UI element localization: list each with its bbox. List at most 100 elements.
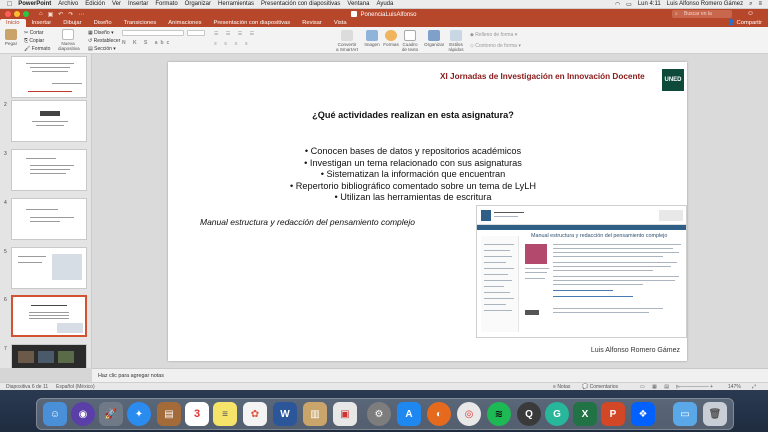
reset-button[interactable]: ↺ Restablecer <box>88 38 120 44</box>
bullet-item: • Conocen bases de datos y repositorios … <box>304 146 522 156</box>
bullet-item: • Investigan un tema relacionado con sus… <box>304 157 522 168</box>
book-cover-image <box>525 244 547 264</box>
embedded-screenshot[interactable]: Manual estructura y redacción del pensam… <box>476 205 687 338</box>
wifi-icon[interactable]: ◠ <box>615 1 620 8</box>
smartart-icon <box>341 30 353 41</box>
slide-caption[interactable]: Manual estructura y redacción del pensam… <box>200 217 415 227</box>
preview-icon[interactable]: ▥ <box>303 402 327 426</box>
calendar-icon[interactable]: 3 <box>185 402 209 426</box>
embedded-title: Manual estructura y redacción del pensam… <box>531 233 668 239</box>
embedded-sidebar <box>481 236 519 332</box>
textbox-icon <box>404 30 416 41</box>
slide-question[interactable]: ¿Qué actividades realizan en esta asigna… <box>168 110 658 120</box>
tab-animaciones[interactable]: Animaciones <box>162 19 207 27</box>
shape-outline-button[interactable]: ◇ Contorno de forma ▾ <box>470 43 521 49</box>
user-name[interactable]: Luis Alfonso Romero Gámez <box>667 1 743 7</box>
image-icon <box>366 30 378 41</box>
new-slide-button[interactable]: Nueva diapositiva <box>58 29 80 51</box>
paste-button[interactable]: Pegar <box>4 29 18 46</box>
shapes-button[interactable]: Formas <box>383 30 399 47</box>
tab-diseno[interactable]: Diseño <box>88 19 118 27</box>
menu-app[interactable]: PowerPoint <box>18 1 51 7</box>
spotify-icon[interactable]: ≋ <box>487 402 511 426</box>
smiley-icon[interactable]: ☺ <box>747 10 754 17</box>
tab-dibujar[interactable]: Dibujar <box>57 19 87 27</box>
shape-fill-button[interactable]: ◆ Relleno de forma ▾ <box>470 32 517 38</box>
menu-ventana[interactable]: Ventana <box>347 1 369 7</box>
menu-herramientas[interactable]: Herramientas <box>218 1 254 7</box>
section-button[interactable]: ▤ Sección ▾ <box>88 46 116 52</box>
shapes-icon <box>385 30 397 41</box>
quicktime-icon[interactable]: Q <box>517 402 541 426</box>
notes-pane[interactable]: Haz clic para agregar notas <box>92 368 768 382</box>
menu-organizar[interactable]: Organizar <box>185 1 211 7</box>
faculty-logo <box>659 210 683 221</box>
tab-insertar[interactable]: Insertar <box>26 19 58 27</box>
mac-dock: ☺ ◉ 🚀 ✦ ▤ 3 ≡ ✿ W ▥ ▣ ⚙ A ◐ ◎ ≋ Q G X P … <box>36 398 734 430</box>
quick-styles-button[interactable]: Estilos rápidos <box>447 30 465 52</box>
slide-author[interactable]: Luis Alfonso Romero Gámez <box>591 347 680 354</box>
trash-icon[interactable]: 🗑 <box>703 402 727 426</box>
alignment-buttons[interactable]: ≡ ≡ ≡ ≡ <box>214 41 251 47</box>
layout-button[interactable]: ▦ Diseño ▾ <box>88 30 114 36</box>
tab-vista[interactable]: Vista <box>328 19 353 27</box>
menu-ayuda[interactable]: Ayuda <box>376 1 393 7</box>
control-center-icon[interactable]: ≡ <box>758 1 762 7</box>
paste-icon <box>5 29 17 40</box>
search-input[interactable]: ⌕Buscar en la presentación <box>672 10 732 25</box>
battery-icon[interactable]: ▭ <box>626 1 632 8</box>
menu-presentacion[interactable]: Presentación con diapositivas <box>261 1 340 7</box>
copy-button[interactable]: ⎘ Copiar <box>24 38 44 44</box>
font-size-select[interactable] <box>187 30 205 36</box>
safari-icon[interactable]: ✦ <box>127 402 151 426</box>
menu-ver[interactable]: Ver <box>112 1 121 7</box>
powerpoint-icon[interactable]: P <box>601 402 625 426</box>
siri-icon[interactable]: ◉ <box>71 402 95 426</box>
excel-icon[interactable]: X <box>573 402 597 426</box>
tab-transiciones[interactable]: Transiciones <box>118 19 163 27</box>
tab-revisar[interactable]: Revisar <box>296 19 328 27</box>
share-button[interactable]: 👤 Compartir <box>728 19 762 27</box>
tab-presentacion[interactable]: Presentación con diapositivas <box>207 19 296 27</box>
word-icon[interactable]: W <box>273 402 297 426</box>
pdf-icon[interactable]: ▣ <box>333 402 357 426</box>
current-slide[interactable]: XI Jornadas de Investigación en Innovaci… <box>168 62 687 361</box>
notes-icon[interactable]: ≡ <box>213 402 237 426</box>
menu-formato[interactable]: Formato <box>155 1 177 7</box>
system-preferences-icon[interactable]: ⚙ <box>367 402 391 426</box>
bullet-item: • Utilizan las herramientas de escritura <box>334 192 492 202</box>
menu-archivo[interactable]: Archivo <box>58 1 78 7</box>
spotlight-icon[interactable]: ⌕ <box>749 1 752 8</box>
grammarly-icon[interactable]: G <box>545 402 569 426</box>
font-name-select[interactable] <box>122 30 184 36</box>
downloads-folder-icon[interactable]: ▭ <box>673 402 697 426</box>
slide-thumbnails-pane[interactable]: 2 3 4 5 6 7 <box>0 54 92 368</box>
convert-smartart-button[interactable]: Convertir a SmartArt <box>336 30 358 52</box>
app-store-icon[interactable]: A <box>397 402 421 426</box>
paragraph-buttons[interactable]: ☰ ☰ ☰ ☰ <box>214 31 257 37</box>
bullet-list[interactable]: • Conocen bases de datos y repositorios … <box>168 146 658 204</box>
arrange-button[interactable]: Organizar <box>424 30 444 47</box>
new-slide-icon <box>62 29 74 40</box>
cut-button[interactable]: ✂ Cortar <box>24 30 44 36</box>
chrome-icon[interactable]: ◎ <box>457 402 481 426</box>
contacts-icon[interactable]: ▤ <box>157 402 181 426</box>
dropbox-icon[interactable]: ❖ <box>631 402 655 426</box>
tab-inicio[interactable]: Inicio <box>0 19 26 27</box>
image-button[interactable]: Imagen <box>364 30 380 47</box>
menu-insertar[interactable]: Insertar <box>128 1 148 7</box>
ribbon-tabs: Inicio Insertar Dibujar Diseño Transicio… <box>0 19 768 27</box>
search-icon: ⌕ <box>675 11 678 17</box>
textbox-button[interactable]: Cuadro de texto <box>401 30 419 52</box>
firefox-icon[interactable]: ◐ <box>427 402 451 426</box>
font-style-buttons[interactable]: N K S abc <box>122 40 172 46</box>
bullet-item: • Sistematizan la información que encuen… <box>320 169 506 179</box>
clock[interactable]: Lun 4:11 <box>638 1 661 7</box>
format-painter-button[interactable]: 🖌 Formato <box>24 46 50 52</box>
license-badge <box>525 310 539 315</box>
apple-icon[interactable]:  <box>7 1 12 8</box>
menu-edicion[interactable]: Edición <box>85 1 105 7</box>
launchpad-icon[interactable]: 🚀 <box>99 402 123 426</box>
finder-icon[interactable]: ☺ <box>43 402 67 426</box>
photos-icon[interactable]: ✿ <box>243 402 267 426</box>
